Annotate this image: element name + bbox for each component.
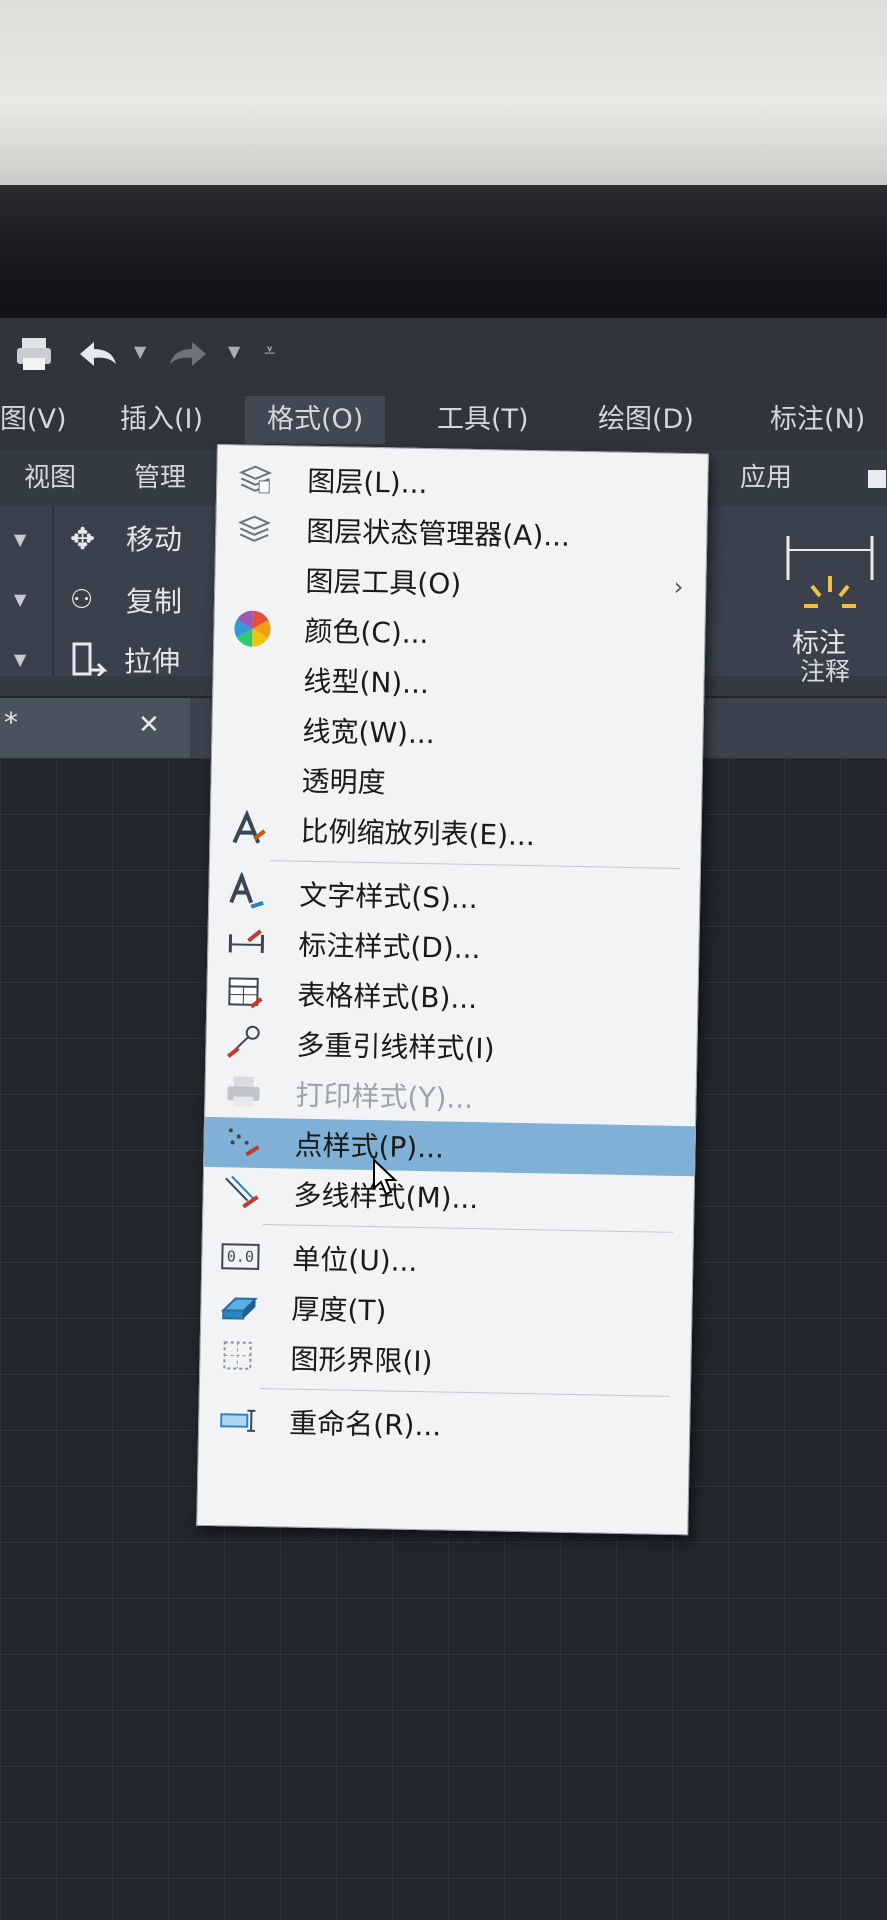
tab-apps[interactable]: 应用	[740, 458, 792, 498]
menu-item-label: 标注样式(D)...	[298, 928, 481, 966]
menu-insert[interactable]: 插入(I)	[120, 400, 203, 440]
dimension-icon[interactable]	[784, 536, 876, 616]
color-wheel-icon	[232, 608, 273, 649]
copy-icon[interactable]: ⚇	[70, 580, 93, 620]
tab-manage[interactable]: 管理	[134, 458, 186, 498]
layer-icon	[235, 458, 276, 499]
dim-style-icon	[226, 922, 267, 963]
menu-item-label: 图形界限(I)	[290, 1342, 433, 1379]
menu-item-label: 厚度(T)	[291, 1292, 387, 1328]
customize-qat-icon[interactable]: ⩡	[264, 338, 275, 362]
redo-dropdown-icon[interactable]: ▼	[228, 342, 240, 361]
copy-button[interactable]: 复制	[126, 582, 182, 622]
document-tab-title: *	[4, 706, 18, 739]
menu-item-label: 多重引线样式(I)	[296, 1028, 495, 1066]
menu-format[interactable]: 格式(O)	[245, 396, 386, 444]
units-icon-text: 0.0	[221, 1243, 260, 1270]
menu-item-label: 颜色(C)...	[304, 614, 429, 651]
move-button[interactable]: 移动	[126, 520, 182, 560]
tab-view[interactable]: 视图	[24, 458, 76, 498]
menu-draw[interactable]: 绘图(D)	[598, 400, 694, 440]
mouse-cursor-icon	[373, 1158, 398, 1196]
dropdown-arrow-icon[interactable]: ▼	[14, 590, 26, 609]
menu-separator	[263, 1224, 673, 1233]
dropdown-arrow-icon[interactable]: ▼	[14, 530, 26, 549]
menu-item-label: 文字样式(S)...	[299, 878, 478, 916]
limits-icon	[218, 1336, 259, 1377]
menu-item-label: 图层(L)...	[306, 464, 428, 501]
mleader-style-icon	[224, 1022, 265, 1063]
menu-item-label: 图层状态管理器(A)...	[306, 514, 571, 553]
menu-separator	[259, 1387, 670, 1397]
undo-dropdown-icon[interactable]: ▼	[134, 342, 146, 361]
submenu-arrow-icon: ›	[673, 572, 684, 601]
panel-divider	[52, 506, 54, 676]
rename-icon	[217, 1400, 258, 1441]
menu-item-label: 线宽(W)...	[302, 714, 436, 751]
menu-item-mline-style[interactable]: 多线样式(M)...	[203, 1167, 694, 1226]
redo-icon[interactable]	[166, 334, 210, 383]
move-icon[interactable]: ✥	[70, 520, 95, 560]
document-tab[interactable]: * ✕	[0, 698, 190, 758]
menu-item-label: 表格样式(B)...	[297, 978, 478, 1016]
units-icon: 0.0	[220, 1236, 261, 1277]
monitor-bezel	[0, 185, 887, 320]
menu-item-scale-list[interactable]: 比例缩放列表(E)...	[210, 803, 701, 862]
menu-tools[interactable]: 工具(T)	[437, 400, 529, 440]
menu-item-label: 图层工具(O)	[305, 564, 462, 601]
format-dropdown-menu: 图层(L)... 图层状态管理器(A)... 图层工具(O) › 颜色(C)..…	[196, 444, 709, 1536]
scale-list-icon	[228, 808, 269, 849]
menu-item-label: 点样式(P)...	[294, 1128, 445, 1165]
table-style-icon	[225, 972, 266, 1013]
menu-dimension[interactable]: 标注(N)	[770, 400, 865, 440]
text-style-icon	[227, 872, 268, 913]
annotation-panel-label[interactable]: 注释	[800, 652, 850, 692]
menu-item-label: 单位(U)...	[292, 1242, 418, 1278]
point-style-icon	[222, 1122, 263, 1163]
menu-view[interactable]: 图(V)	[0, 400, 67, 440]
close-icon[interactable]: ✕	[138, 710, 160, 740]
ribbon-options-icon[interactable]	[868, 470, 886, 488]
menu-item-label: 比例缩放列表(E)...	[300, 814, 536, 853]
print-icon[interactable]	[14, 334, 54, 383]
menu-item-label: 重命名(R)...	[288, 1406, 442, 1443]
undo-icon[interactable]	[76, 334, 120, 383]
menu-bar: 图(V) 插入(I) 格式(O) 工具(T) 绘图(D) 标注(N)	[0, 390, 887, 450]
layer-state-icon	[234, 508, 275, 549]
menu-item-label: 透明度	[301, 764, 386, 800]
menu-item-rename[interactable]: 重命名(R)...	[199, 1395, 690, 1454]
thickness-icon	[219, 1286, 260, 1327]
menu-item-label: 线型(N)...	[303, 664, 430, 701]
mline-style-icon	[221, 1172, 262, 1213]
plot-style-icon	[223, 1072, 264, 1113]
quick-access-toolbar: ▼ ▼ ⩡	[0, 318, 887, 390]
menu-separator	[270, 860, 680, 869]
menu-item-label: 打印样式(Y)...	[295, 1078, 474, 1116]
background-wall	[0, 0, 887, 190]
dropdown-arrow-icon[interactable]: ▼	[14, 650, 26, 669]
menu-item-drawing-limits[interactable]: 图形界限(I)	[200, 1331, 691, 1390]
